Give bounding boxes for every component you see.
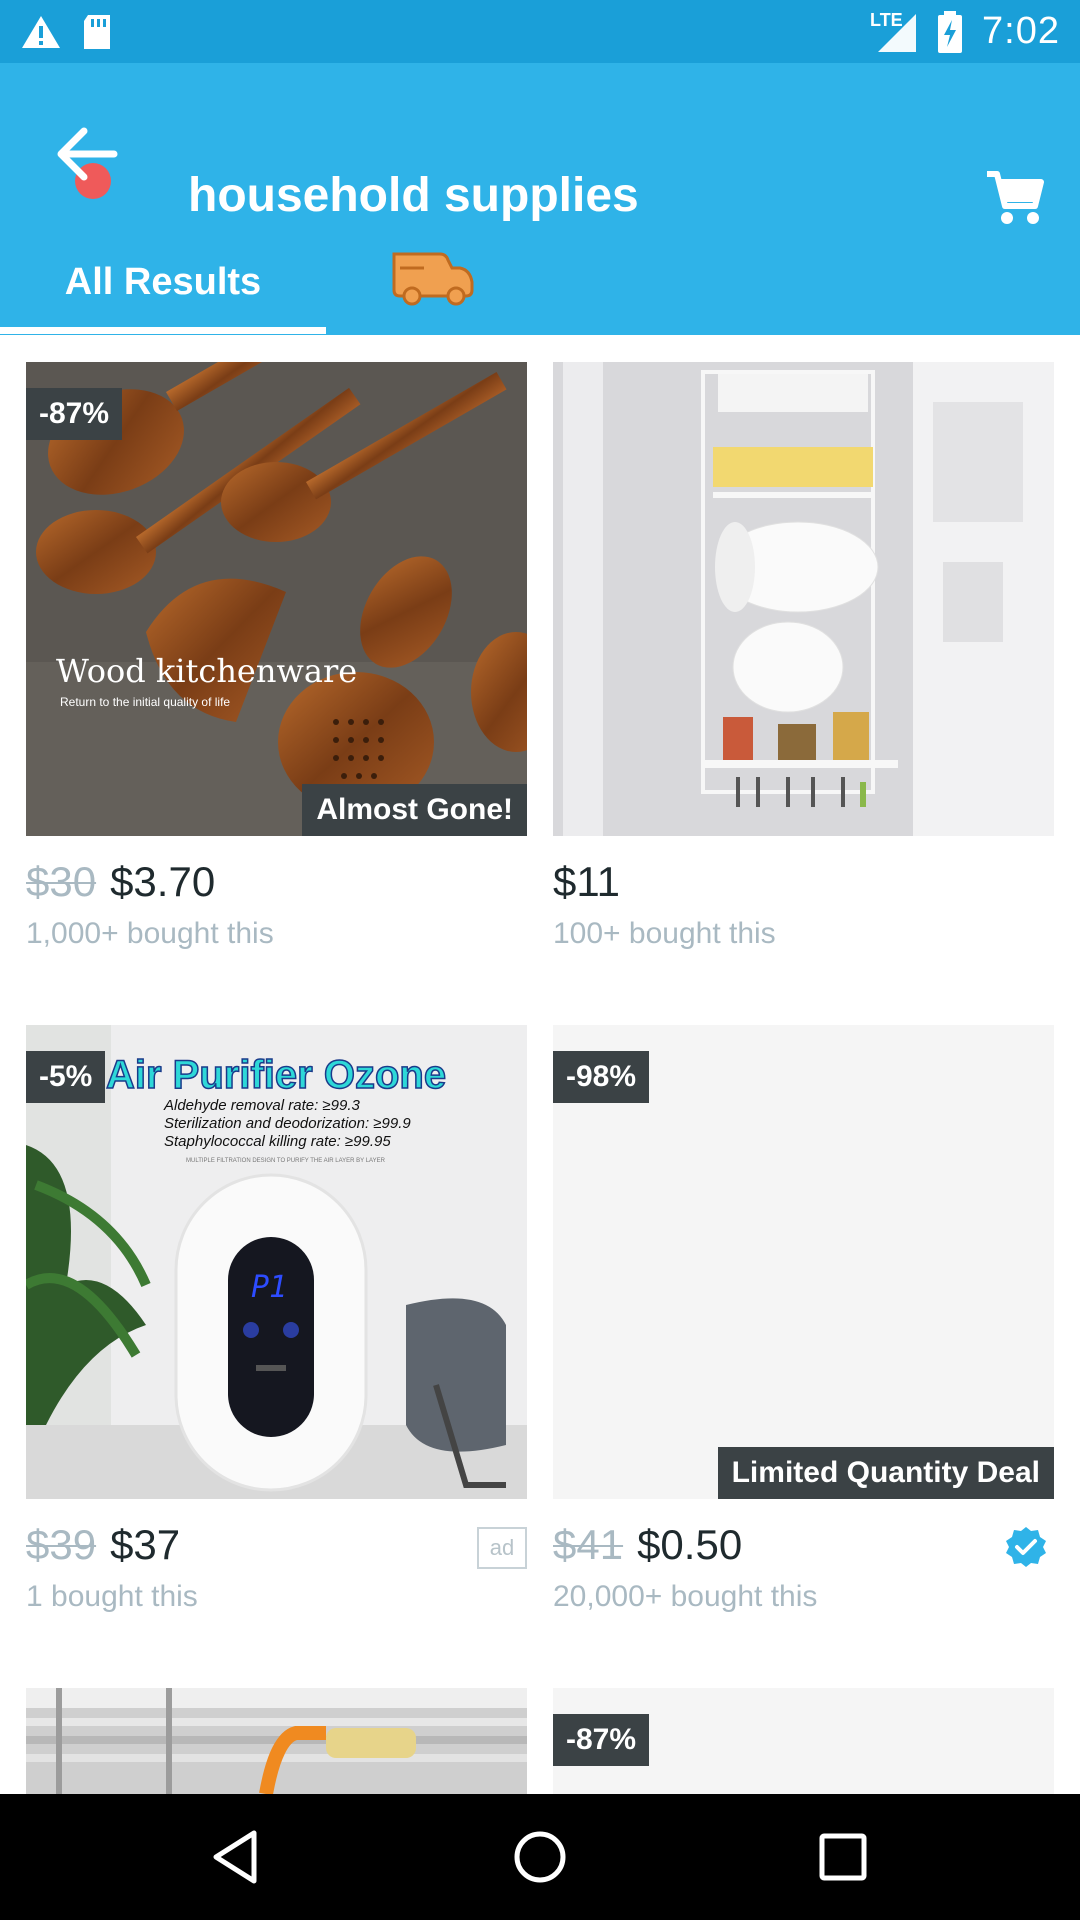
product-image-placeholder: -98% Limited Quantity Deal <box>553 1025 1054 1499</box>
discount-badge: -87% <box>26 388 123 440</box>
deal-banner: Limited Quantity Deal <box>717 1447 1054 1499</box>
bought-count: 1,000+ bought this <box>26 917 274 950</box>
old-price: $30 <box>26 858 97 905</box>
old-price: $39 <box>26 1521 97 1568</box>
sd-card-icon <box>84 14 110 49</box>
clock: 7:02 <box>982 10 1060 52</box>
nav-back-icon[interactable] <box>206 1827 266 1887</box>
nav-recents-icon[interactable] <box>813 1827 873 1887</box>
product-image-fridge-rack <box>553 362 1054 836</box>
image-spec-line: Staphylococcal killing rate: ≥99.95 <box>164 1133 391 1150</box>
ad-badge: ad <box>477 1527 527 1569</box>
price: $0.50 <box>637 1521 743 1568</box>
bought-count: 1 bought this <box>26 1580 198 1613</box>
price: $37 <box>110 1521 181 1568</box>
image-caption-subtitle: Return to the initial quality of life <box>60 695 231 709</box>
price-row: $11 <box>553 852 620 912</box>
tab-indicator <box>0 327 326 334</box>
product-image-placeholder: -87% <box>553 1688 1054 1794</box>
price-row: $41 $0.50 <box>553 1515 742 1575</box>
verified-check-icon <box>1006 1527 1046 1567</box>
image-spec-line: Sterilization and deodorization: ≥99.9 <box>164 1115 411 1132</box>
bought-count: 20,000+ bought this <box>553 1580 818 1613</box>
image-caption-title: Air Purifier Ozone <box>105 1052 447 1098</box>
warning-icon <box>22 15 60 48</box>
bought-count: 100+ bought this <box>553 917 776 950</box>
image-small-text: MULTIPLE FILTRATION DESIGN TO PURIFY THE… <box>186 1158 385 1164</box>
image-spec-line: Aldehyde removal rate: ≥99.3 <box>164 1097 360 1114</box>
discount-badge: -5% <box>26 1051 106 1103</box>
product-image-window <box>26 1688 527 1794</box>
price: $3.70 <box>110 858 216 905</box>
price-row: $39 $37 <box>26 1515 180 1575</box>
system-nav-bar <box>0 1794 1080 1920</box>
deal-banner: Almost Gone! <box>302 784 527 836</box>
product-image-wood: Wood kitchenware Return to the initial q… <box>26 362 527 836</box>
old-price: $41 <box>553 1521 624 1568</box>
product-image-air-purifier: Air Purifier Ozone Aldehyde removal rate… <box>26 1025 527 1499</box>
cart-icon[interactable] <box>985 168 1045 228</box>
tab-all-results[interactable]: All Results <box>0 232 326 332</box>
page-title: household supplies <box>188 169 639 222</box>
price: $11 <box>553 858 620 905</box>
back-arrow-icon[interactable] <box>44 109 134 199</box>
purifier-display: P1 <box>251 1270 288 1305</box>
price-row: $30 $3.70 <box>26 852 215 912</box>
status-bar: LTE 7:02 <box>0 0 1080 63</box>
nav-home-icon[interactable] <box>510 1827 570 1887</box>
image-spec-lines: Aldehyde removal rate: ≥99.3 Sterilizati… <box>164 1097 411 1151</box>
image-caption-title: Wood kitchenware <box>56 652 358 690</box>
battery-charging-icon <box>938 10 963 53</box>
signal-icon: LTE <box>870 10 918 54</box>
discount-badge: -87% <box>553 1714 650 1766</box>
discount-badge: -98% <box>553 1051 650 1103</box>
delivery-truck-icon[interactable] <box>390 246 476 306</box>
